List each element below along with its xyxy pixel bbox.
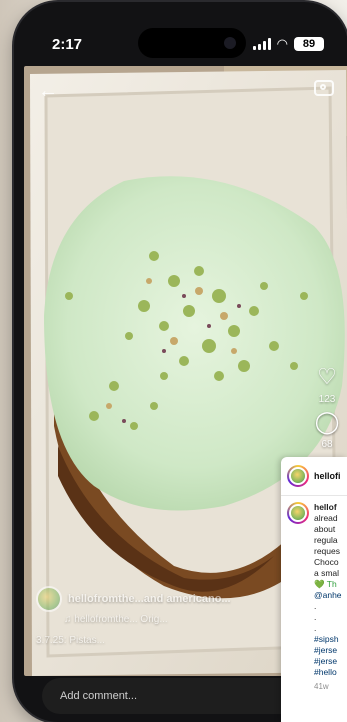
- panel-caption-line[interactable]: @anhe: [314, 590, 342, 601]
- post-detail-panel: hellofi hellof alread about regula reques Cho…: [281, 457, 347, 722]
- panel-caption-line: Choco: [314, 557, 339, 567]
- panel-caption: hellof alread about regula reques Choco a smal…: [314, 502, 342, 678]
- battery-icon: 89: [294, 37, 324, 51]
- avatar[interactable]: [287, 465, 309, 487]
- author-name[interactable]: hellofromthe...and americano...: [68, 593, 231, 605]
- panel-caption-line: hellof: [314, 502, 337, 512]
- panel-caption-line: alread: [314, 513, 338, 523]
- reel-caption: hellofromthe...and americano... ♫ hellof…: [36, 586, 276, 646]
- panel-header: hellofi: [281, 457, 347, 496]
- panel-caption-line[interactable]: #jerse: [314, 656, 342, 667]
- clock: 2:17: [52, 36, 83, 53]
- status-icons: ◠ 89: [252, 36, 324, 51]
- status-bar: 2:17 ◠ 89: [14, 2, 347, 64]
- panel-caption-line: reques: [314, 546, 340, 556]
- panel-username[interactable]: hellofi: [314, 471, 341, 481]
- panel-caption-line: .: [314, 623, 317, 633]
- wifi-icon: ◠: [276, 36, 288, 51]
- like-count: 123: [318, 394, 336, 405]
- reel-actions: ♡ 123 ◯ 68: [312, 366, 342, 451]
- dynamic-island: [138, 28, 246, 58]
- author-row[interactable]: hellofromthe...and americano...: [36, 586, 276, 612]
- back-arrow-icon[interactable]: ←: [38, 80, 58, 103]
- panel-caption-line: 💚 Th: [314, 579, 337, 589]
- camera-icon[interactable]: [314, 80, 334, 96]
- caption-text[interactable]: 3.7.25: Pistas...: [36, 635, 276, 646]
- panel-caption-line: regula: [314, 535, 338, 545]
- comment-input[interactable]: Add comment...: [42, 678, 304, 714]
- panel-caption-line: about: [314, 524, 336, 534]
- panel-caption-line: .: [314, 601, 317, 611]
- panel-caption-line[interactable]: #sipsh: [314, 634, 342, 645]
- heart-icon[interactable]: ♡: [317, 366, 337, 388]
- music-title: hellofromthe... Orig...: [74, 614, 168, 625]
- front-camera-dot: [224, 37, 236, 49]
- panel-timestamp: 41w: [314, 682, 329, 691]
- panel-caption-line: a smal: [314, 568, 340, 578]
- signal-icon: [252, 38, 271, 50]
- music-note-icon: ♫: [64, 614, 72, 625]
- avatar[interactable]: [287, 502, 309, 524]
- panel-caption-line: .: [314, 612, 317, 622]
- panel-body: hellof alread about regula reques Choco a smal…: [281, 496, 347, 691]
- music-line[interactable]: ♫ hellofromthe... Orig...: [64, 614, 276, 625]
- comment-icon[interactable]: ◯: [315, 411, 340, 433]
- comment-count: 68: [321, 439, 333, 450]
- panel-caption-line[interactable]: #jerse: [314, 645, 342, 656]
- panel-caption-line[interactable]: #hello: [314, 667, 342, 678]
- avatar[interactable]: [36, 586, 62, 612]
